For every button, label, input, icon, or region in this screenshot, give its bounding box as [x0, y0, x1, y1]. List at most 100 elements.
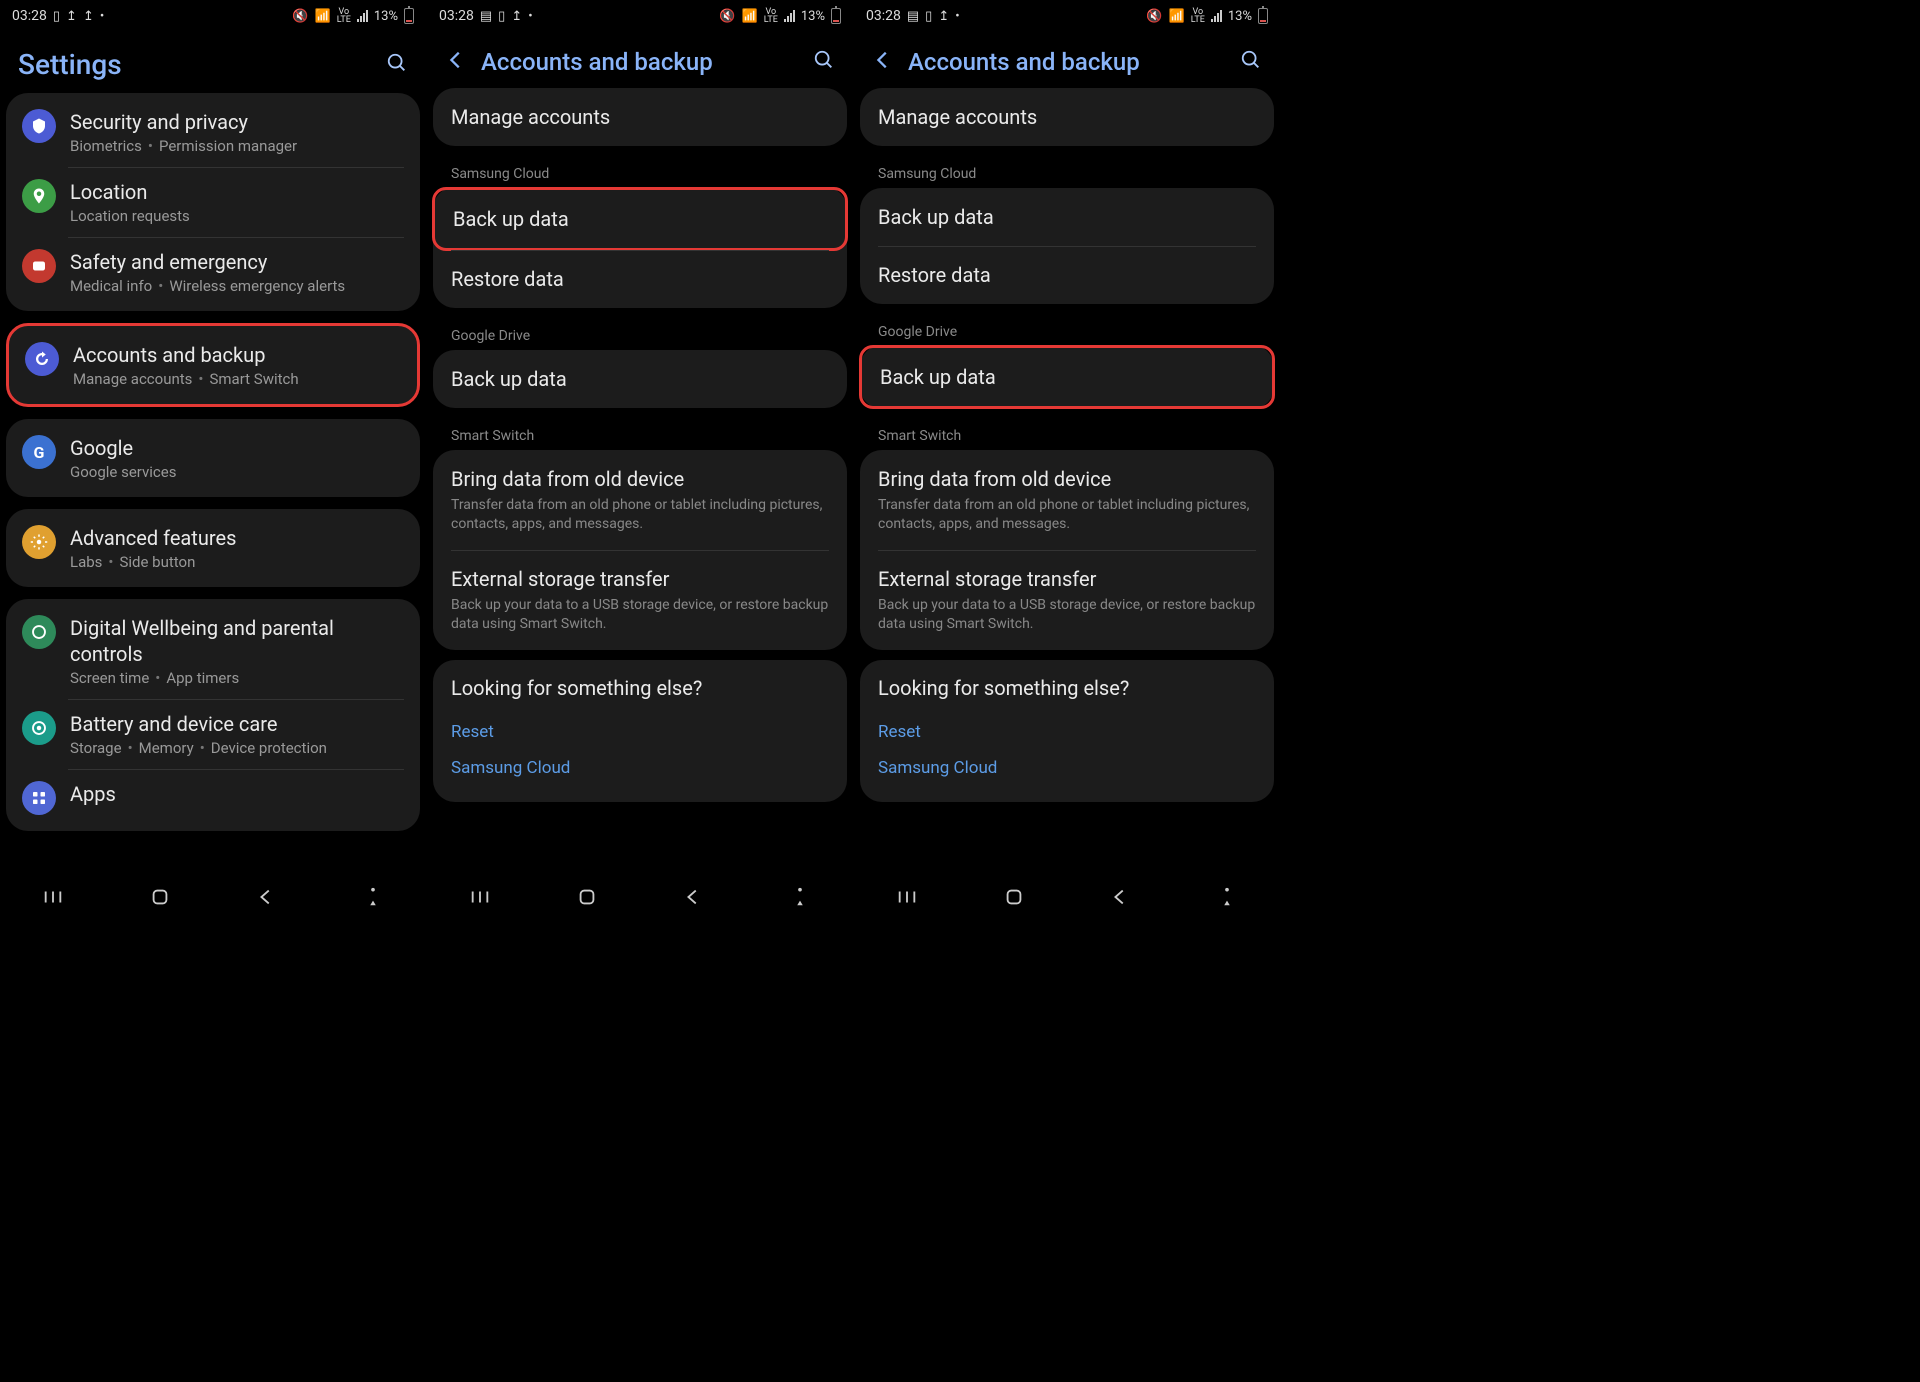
row-subtitle: Labs•Side button: [70, 553, 404, 571]
nav-accessibility[interactable]: [362, 886, 384, 912]
smart-switch-card: Bring data from old device Transfer data…: [860, 450, 1274, 650]
settings-content: Security and privacy Biometrics•Permissi…: [0, 93, 426, 877]
settings-group-accounts: Accounts and backup Manage accounts•Smar…: [6, 323, 420, 407]
row-title: Battery and device care: [70, 711, 404, 737]
item-bring-data[interactable]: Bring data from old device Transfer data…: [433, 450, 847, 550]
row-safety-emergency[interactable]: Safety and emergency Medical info•Wirele…: [6, 237, 420, 307]
item-manage-accounts[interactable]: Manage accounts: [433, 88, 847, 146]
item-bring-data[interactable]: Bring data from old device Transfer data…: [860, 450, 1274, 550]
settings-panel: 03:28 ▯ ↥ ↥ • 🔇 📶 VoLTE 13% Settings: [0, 0, 426, 921]
item-label: Back up data: [878, 204, 1256, 230]
smart-switch-card: Bring data from old device Transfer data…: [433, 450, 847, 650]
row-subtitle: Location requests: [70, 207, 404, 225]
back-button[interactable]: [872, 49, 894, 75]
battery-status-icon: ▯: [925, 9, 932, 24]
item-label: Back up data: [453, 206, 827, 232]
item-label: Bring data from old device: [878, 466, 1256, 492]
settings-header: Settings: [0, 32, 426, 93]
row-subtitle: Manage accounts•Smart Switch: [73, 370, 401, 388]
row-security-privacy[interactable]: Security and privacy Biometrics•Permissi…: [6, 97, 420, 167]
nav-home[interactable]: [149, 886, 171, 912]
mute-icon: 🔇: [1146, 9, 1162, 24]
nav-home[interactable]: [576, 886, 598, 912]
item-restore-data[interactable]: Restore data: [433, 250, 847, 308]
nav-accessibility[interactable]: [1216, 886, 1238, 912]
row-battery-care[interactable]: Battery and device care Storage•Memory•D…: [6, 699, 420, 769]
item-restore-data[interactable]: Restore data: [860, 246, 1274, 304]
row-subtitle: Biometrics•Permission manager: [70, 137, 404, 155]
page-title: Accounts and backup: [481, 48, 813, 76]
volte-icon: VoLTE: [1191, 8, 1205, 24]
sync-icon: [25, 342, 59, 376]
item-backup-data-google[interactable]: Back up data: [433, 350, 847, 408]
row-digital-wellbeing[interactable]: Digital Wellbeing and parental controls …: [6, 603, 420, 699]
google-icon: G: [22, 435, 56, 469]
row-subtitle: Storage•Memory•Device protection: [70, 739, 404, 757]
link-samsung-cloud[interactable]: Samsung Cloud: [878, 750, 1256, 786]
section-header-samsung-cloud: Samsung Cloud: [433, 156, 847, 188]
row-title: Advanced features: [70, 525, 404, 551]
row-subtitle: Google services: [70, 463, 404, 481]
item-label: Back up data: [880, 364, 1254, 390]
row-title: Security and privacy: [70, 109, 404, 135]
status-time: 03:28: [866, 8, 901, 24]
settings-group-wellbeing: Digital Wellbeing and parental controls …: [6, 599, 420, 831]
nav-bar: [0, 877, 426, 921]
section-header-samsung-cloud: Samsung Cloud: [860, 156, 1274, 188]
backup-panel-google-highlight: 03:28 ▤ ▯ ↥ • 🔇 📶 VoLTE 13% Accounts and…: [853, 0, 1280, 921]
battery-status-icon: ▯: [53, 9, 60, 24]
row-location[interactable]: Location Location requests: [6, 167, 420, 237]
item-manage-accounts[interactable]: Manage accounts: [860, 88, 1274, 146]
row-accounts-backup[interactable]: Accounts and backup Manage accounts•Smar…: [9, 330, 417, 400]
nav-recents[interactable]: [469, 886, 491, 912]
row-apps[interactable]: Apps: [6, 769, 420, 827]
nav-back[interactable]: [1109, 886, 1131, 912]
item-label: External storage transfer: [451, 566, 829, 592]
gear-icon: [22, 525, 56, 559]
nav-back[interactable]: [682, 886, 704, 912]
search-icon[interactable]: [1240, 49, 1262, 75]
search-icon[interactable]: [813, 49, 835, 75]
item-label: Back up data: [451, 366, 829, 392]
row-title: Safety and emergency: [70, 249, 404, 275]
page-title: Accounts and backup: [908, 48, 1240, 76]
backup-header: Accounts and backup: [854, 32, 1280, 88]
link-reset[interactable]: Reset: [878, 714, 1256, 750]
row-advanced-features[interactable]: Advanced features Labs•Side button: [6, 513, 420, 583]
item-external-storage[interactable]: External storage transfer Back up your d…: [433, 550, 847, 650]
row-subtitle: Screen time•App timers: [70, 669, 404, 687]
item-subtitle: Back up your data to a USB storage devic…: [878, 596, 1256, 634]
nav-recents[interactable]: [42, 886, 64, 912]
gallery-icon: ▤: [480, 9, 492, 24]
item-backup-data-samsung[interactable]: Back up data: [432, 187, 848, 251]
link-reset[interactable]: Reset: [451, 714, 829, 750]
item-label: Restore data: [878, 262, 1256, 288]
gallery-icon: ▤: [907, 9, 919, 24]
wifi-icon: 📶: [315, 9, 331, 24]
upload-icon: ↥: [83, 9, 94, 24]
item-backup-data-google[interactable]: Back up data: [859, 345, 1275, 409]
item-backup-data-samsung[interactable]: Back up data: [860, 188, 1274, 246]
nav-home[interactable]: [1003, 886, 1025, 912]
nav-accessibility[interactable]: [789, 886, 811, 912]
shield-icon: [22, 109, 56, 143]
back-button[interactable]: [445, 49, 467, 75]
row-google[interactable]: G Google Google services: [6, 423, 420, 493]
signal-icon: [784, 10, 795, 22]
item-external-storage[interactable]: External storage transfer Back up your d…: [860, 550, 1274, 650]
link-samsung-cloud[interactable]: Samsung Cloud: [451, 750, 829, 786]
nav-recents[interactable]: [896, 886, 918, 912]
looking-for-card: Looking for something else? Reset Samsun…: [433, 660, 847, 802]
search-icon[interactable]: [386, 52, 408, 78]
status-time: 03:28: [439, 8, 474, 24]
nav-bar: [427, 877, 853, 921]
row-title: Apps: [70, 781, 404, 807]
row-title: Accounts and backup: [73, 342, 401, 368]
nav-back[interactable]: [255, 886, 277, 912]
alert-icon: [22, 249, 56, 283]
circle-icon: [22, 615, 56, 649]
ring-icon: [22, 711, 56, 745]
mute-icon: 🔇: [292, 9, 308, 24]
signal-icon: [1211, 10, 1222, 22]
row-subtitle: Medical info•Wireless emergency alerts: [70, 277, 404, 295]
